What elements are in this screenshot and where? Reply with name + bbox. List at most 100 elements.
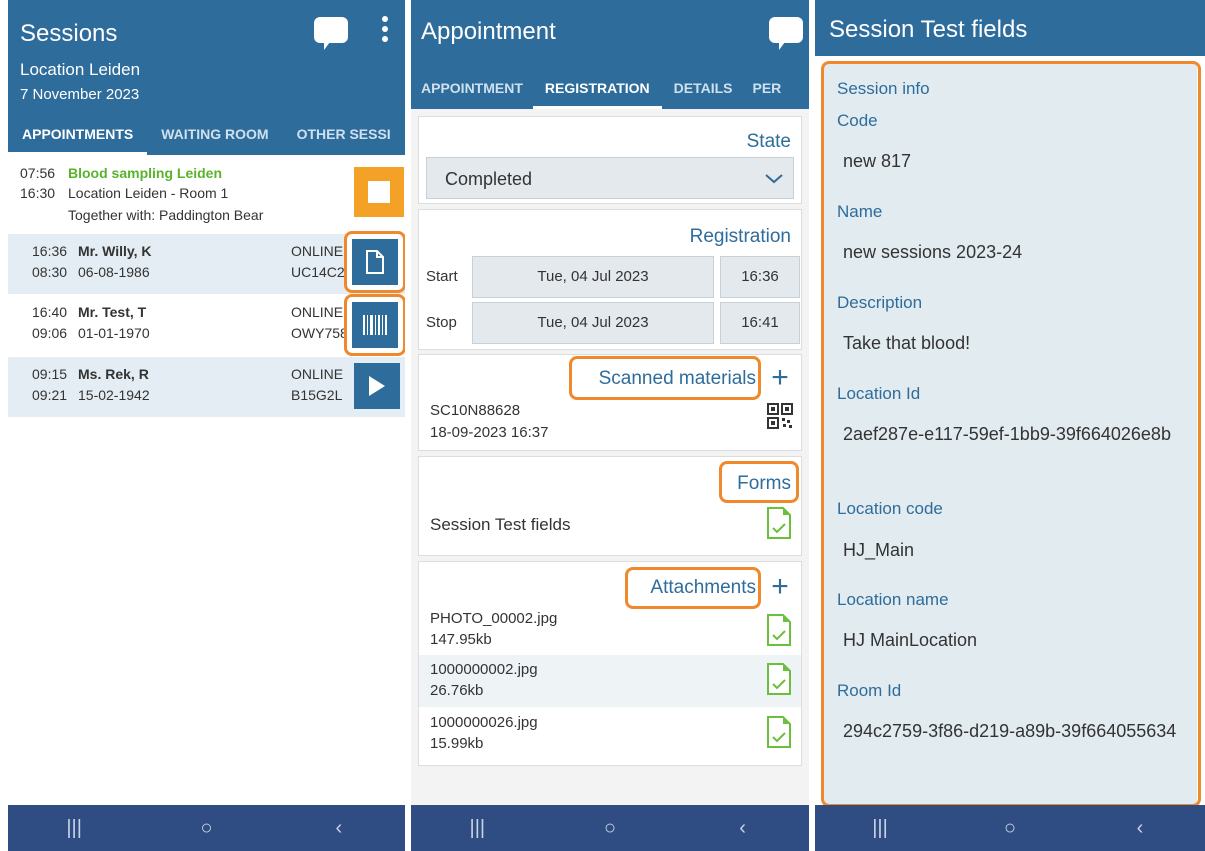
tab-per[interactable]: PER [745, 67, 790, 109]
stop-time-field[interactable]: 16:41 [720, 302, 800, 344]
form-screen: Session Test fields Session info Code ne… [815, 0, 1205, 851]
state-select[interactable]: Completed [426, 157, 794, 199]
page-title: Session Test fields [829, 16, 1028, 43]
tab-appointments[interactable]: APPOINTMENTS [8, 113, 148, 155]
completed-form-icon[interactable] [767, 507, 791, 539]
attachment-size: 147.95kb [430, 631, 492, 648]
forms-title: Forms [737, 473, 791, 494]
recent-apps-button[interactable]: ||| [447, 817, 507, 840]
session-date: 7 November 2023 [20, 86, 140, 103]
session-start-time: 07:56 [20, 165, 56, 181]
state-title: State [746, 131, 791, 152]
row-dob-time: 09:21 [32, 387, 68, 403]
back-button[interactable]: ‹ [713, 817, 773, 840]
home-button[interactable]: ○ [980, 817, 1040, 840]
start-button[interactable] [354, 363, 400, 409]
add-scanned-material-button[interactable]: + [765, 363, 795, 393]
row-time: 09:15 [32, 366, 68, 382]
tab-other-sessions[interactable]: OTHER SESSI [283, 113, 405, 155]
chevron-down-icon [765, 174, 783, 184]
scanned-code: SC10N88628 [430, 402, 521, 419]
qr-code-icon[interactable] [767, 403, 793, 429]
row-name: Mr. Test, T [78, 304, 147, 320]
home-button[interactable]: ○ [580, 817, 640, 840]
recent-apps-button[interactable]: ||| [850, 817, 910, 840]
attachment-name: PHOTO_00002.jpg [430, 610, 558, 627]
tab-appointment[interactable]: APPOINTMENT [411, 67, 533, 109]
start-date-field[interactable]: Tue, 04 Jul 2023 [472, 256, 714, 298]
tab-registration[interactable]: REGISTRATION [532, 67, 662, 109]
location-name: Location Leiden [20, 60, 141, 79]
start-time-field[interactable]: 16:36 [720, 256, 800, 298]
session-end-time: 16:30 [20, 185, 56, 201]
scanned-materials-title: Scanned materials [598, 368, 756, 389]
list-item[interactable]: 1000000026.jpg 15.99kb [419, 708, 801, 760]
stop-session-button[interactable] [354, 167, 404, 217]
stop-date-field[interactable]: Tue, 04 Jul 2023 [472, 302, 714, 344]
file-check-icon [767, 614, 791, 646]
more-menu-icon[interactable] [381, 16, 389, 46]
tab-bar: APPOINTMENT REGISTRATION DETAILS PER [411, 67, 809, 109]
row-name: Mr. Willy, K [78, 243, 152, 259]
attachments-title: Attachments [650, 577, 756, 598]
stop-label: Stop [426, 314, 457, 331]
back-button[interactable]: ‹ [1110, 817, 1170, 840]
attachment-name: 1000000002.jpg [430, 661, 538, 678]
row-status: ONLINE [291, 243, 344, 259]
table-row[interactable]: 16:40 Mr. Test, T 09:06 01-01-1970 ONLIN… [8, 294, 405, 356]
tab-bar: APPOINTMENTS WAITING ROOM OTHER SESSI [8, 113, 405, 155]
play-icon [369, 376, 385, 396]
registration-title: Registration [689, 226, 791, 247]
sessions-screen: Sessions Location Leiden 7 November 2023… [8, 0, 405, 851]
row-status: ONLINE [291, 304, 344, 320]
page-title: Sessions [20, 20, 118, 47]
row-dob: 06-08-1986 [78, 264, 150, 280]
tab-details[interactable]: DETAILS [662, 67, 745, 109]
row-dob-time: 08:30 [32, 264, 68, 280]
appointment-screen: Appointment APPOINTMENT REGISTRATION DET… [411, 0, 809, 851]
file-check-icon [767, 716, 791, 748]
recent-apps-button[interactable]: ||| [44, 817, 104, 840]
row-dob-time: 09:06 [32, 325, 68, 341]
table-row[interactable]: 16:36 Mr. Willy, K 08:30 06-08-1986 ONLI… [8, 231, 405, 294]
file-check-icon [767, 663, 791, 695]
chat-icon[interactable] [769, 17, 803, 50]
session-entry[interactable]: 07:56 Blood sampling Leiden 16:30 Locati… [8, 155, 405, 233]
attachment-size: 15.99kb [430, 735, 484, 752]
app-bar: Sessions Location Leiden 7 November 2023… [8, 0, 405, 155]
row-code: OWY758 [291, 325, 348, 341]
back-button[interactable]: ‹ [309, 817, 369, 840]
list-item[interactable]: PHOTO_00002.jpg 147.95kb [419, 606, 801, 654]
scan-barcode-button[interactable] [352, 302, 398, 348]
row-status: ONLINE [291, 366, 344, 382]
row-time: 16:40 [32, 304, 68, 320]
attachments-card: Attachments + PHOTO_00002.jpg 147.95kb 1… [418, 561, 802, 766]
system-nav-bar: ||| ○ ‹ [815, 805, 1205, 851]
barcode-icon [363, 315, 387, 335]
scanned-materials-card: Scanned materials + SC10N88628 18-09-202… [418, 354, 802, 451]
document-button[interactable] [352, 239, 398, 285]
scanned-time: 18-09-2023 16:37 [430, 424, 549, 441]
registration-card: Registration Start Tue, 04 Jul 2023 16:3… [418, 209, 802, 350]
home-button[interactable]: ○ [176, 817, 236, 840]
forms-card: Forms Session Test fields [418, 456, 802, 556]
row-dob: 15-02-1942 [78, 387, 150, 403]
app-bar: Appointment APPOINTMENT REGISTRATION DET… [411, 0, 809, 109]
stop-icon [368, 181, 390, 203]
state-value: Completed [445, 169, 533, 189]
system-nav-bar: ||| ○ ‹ [411, 805, 809, 851]
attachment-name: 1000000026.jpg [430, 714, 538, 731]
tab-waiting-room[interactable]: WAITING ROOM [147, 113, 282, 155]
session-name: Blood sampling Leiden [68, 165, 223, 181]
row-name: Ms. Rek, R [78, 366, 149, 382]
row-code: UC14C2 [291, 264, 345, 280]
document-icon [366, 250, 384, 274]
chat-icon[interactable] [314, 17, 348, 50]
row-time: 16:36 [32, 243, 68, 259]
form-name[interactable]: Session Test fields [430, 515, 570, 535]
list-item[interactable]: 1000000002.jpg 26.76kb [419, 655, 801, 707]
add-attachment-button[interactable]: + [765, 572, 795, 602]
row-code: B15G2L [291, 387, 343, 403]
table-row[interactable]: 09:15 Ms. Rek, R 09:21 15-02-1942 ONLINE… [8, 357, 405, 417]
page-title: Appointment [421, 18, 556, 45]
